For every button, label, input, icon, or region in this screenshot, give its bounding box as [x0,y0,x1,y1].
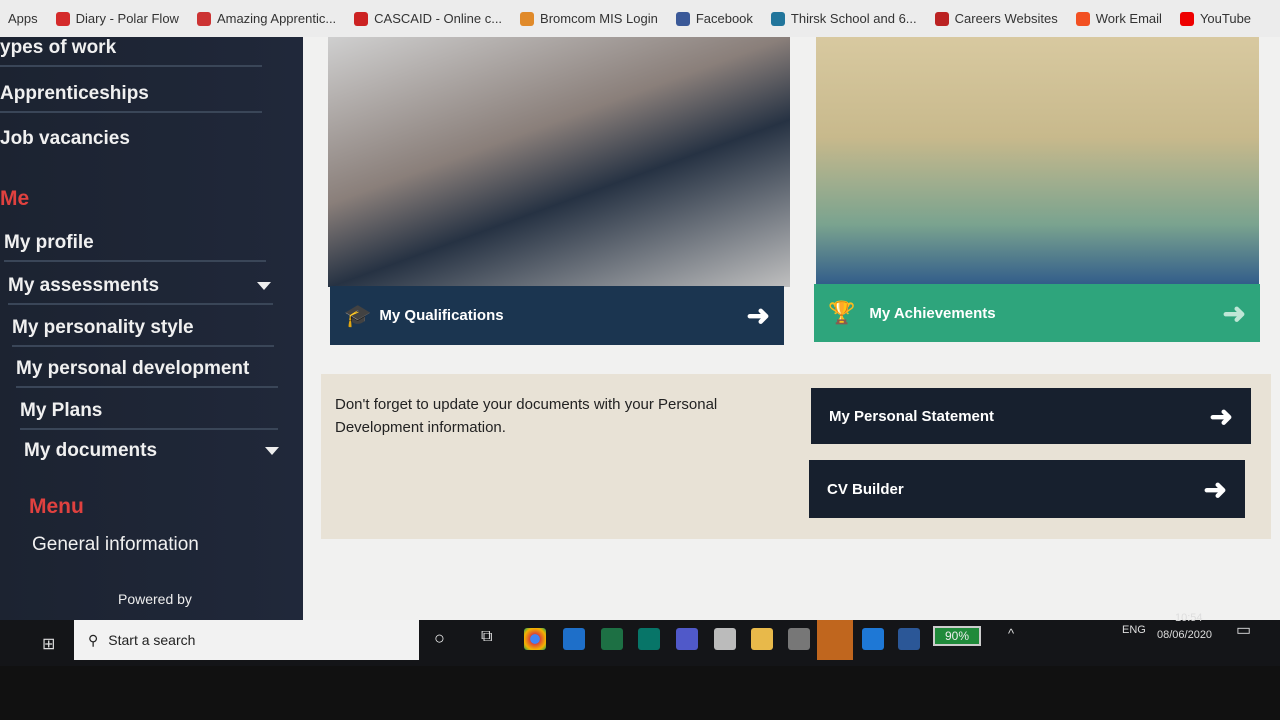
my-personal-statement-button[interactable]: My Personal Statement ➜ [811,388,1251,444]
search-icon: ⚲ [88,631,99,648]
sidebar-item-types-of-work[interactable]: ypes of work [0,37,262,67]
bookmark-label: CASCAID - Online c... [374,11,503,26]
bookmark-item[interactable]: Bromcom MIS Login [520,11,658,26]
qualifications-image[interactable] [328,37,790,287]
excel-icon[interactable] [601,628,623,650]
bookmark-item[interactable]: Apps [8,11,38,26]
teams-icon[interactable] [676,628,698,650]
bookmarks-bar: Apps Diary - Polar Flow Amazing Apprentic.… [0,0,1280,37]
cv-builder-button[interactable]: CV Builder ➜ [809,460,1245,518]
my-qualifications-button[interactable]: 🎓 My Qualifications ➜ [330,286,784,345]
sidebar-item-my-personal-development[interactable]: My personal development [16,358,278,388]
cv-builder-label: CV Builder [827,480,904,498]
bookmark-item[interactable]: Work Email [1075,11,1162,26]
search-placeholder: Start a search [108,632,196,648]
arrow-right-icon: ➜ [1203,473,1227,505]
cortana-icon[interactable]: ○ [434,628,445,649]
chrome-icon[interactable] [524,628,546,650]
arrow-right-icon: ➜ [1222,297,1246,329]
bookmark-favicon-icon [520,11,535,26]
camera-icon[interactable] [788,628,810,650]
personal-statement-label: My Personal Statement [829,407,995,425]
bookmark-favicon-icon [934,11,949,26]
sidebar-item-my-personality-style[interactable]: My personality style [12,317,274,347]
bookmark-favicon-icon [675,11,690,26]
graduation-cap-icon: 🎓 [344,302,372,328]
battery-indicator[interactable]: 90% [933,626,981,646]
chevron-down-icon[interactable] [265,447,279,455]
bookmark-item[interactable]: Careers Websites [934,11,1058,26]
bookmark-item[interactable]: Thirsk School and 6... [770,11,917,26]
edge-icon[interactable] [862,628,884,650]
sidebar: ypes of work Apprenticeships Job vacanci… [0,37,303,620]
publisher-icon[interactable] [638,628,660,650]
sidebar-item-general-information[interactable]: General information [32,534,199,556]
qualifications-label: My Qualifications [379,307,504,324]
sidebar-item-my-profile[interactable]: My profile [4,232,266,262]
bookmark-favicon-icon [354,11,369,26]
bookmark-label: Careers Websites [954,11,1058,26]
clock-date[interactable]: 08/06/2020 [1157,629,1212,641]
bookmark-label: Bromcom MIS Login [540,11,658,26]
trophy-icon: 🏆 [828,300,856,325]
clock-time[interactable]: 10:54 [1175,612,1203,624]
sidebar-item-apprenticeships[interactable]: Apprenticeships [0,83,262,113]
sticky-notes-icon[interactable] [817,620,853,660]
windows-start-icon[interactable]: ⊞ [42,634,55,654]
taskbar: ⊞ ⚲ Start a search ○ ⧉ 90% ^ ENG 10:54 0… [0,612,1280,666]
snipping-tool-icon[interactable] [714,628,736,650]
menu-heading: Menu [29,495,84,518]
achievements-image[interactable] [816,37,1259,287]
mail-icon[interactable] [563,628,585,650]
bookmark-item[interactable]: Amazing Apprentic... [196,11,337,26]
powered-by-label: Powered by [118,591,192,607]
bookmark-item[interactable]: YouTube [1179,11,1252,26]
my-achievements-button[interactable]: 🏆 My Achievements ➜ [814,284,1260,342]
bookmark-item[interactable]: Diary - Polar Flow [55,11,179,26]
sidebar-item-my-documents[interactable]: My documents [24,440,157,462]
chevron-up-icon[interactable]: ^ [1008,626,1014,641]
bookmark-label: Apps [8,11,38,26]
bookmark-item[interactable]: Facebook [675,11,753,26]
bookmark-label: Work Email [1095,11,1162,26]
sidebar-item-my-assessments[interactable]: My assessments [8,275,273,305]
achievements-label: My Achievements [869,304,996,322]
language-indicator[interactable]: ENG [1122,624,1146,636]
bookmark-favicon-icon [1179,11,1194,26]
bookmark-label: Thirsk School and 6... [790,11,917,26]
bookmark-favicon-icon [1075,11,1090,26]
bookmark-item[interactable]: CASCAID - Online c... [354,11,502,26]
task-view-icon[interactable]: ⧉ [481,628,492,646]
bookmark-label: YouTube [1199,11,1252,26]
notifications-icon[interactable]: ▭ [1236,620,1251,640]
word-icon[interactable] [898,628,920,650]
documents-panel: Don't forget to update your documents wi… [321,374,1271,539]
chevron-down-icon[interactable] [257,282,271,290]
bookmark-favicon-icon [55,11,70,26]
sidebar-item-job-vacancies[interactable]: Job vacancies [0,128,130,150]
taskbar-search-input[interactable]: ⚲ Start a search [74,620,419,660]
reminder-text: Don't forget to update your documents wi… [335,396,718,436]
bookmark-favicon-icon [196,11,211,26]
arrow-right-icon: ➜ [746,300,770,331]
main-content: 🎓 My Qualifications ➜ 🏆 My Achievements … [303,37,1280,620]
bookmark-favicon-icon [770,11,785,26]
bookmark-label: Amazing Apprentic... [216,11,337,26]
bookmark-label: Diary - Polar Flow [75,11,179,26]
me-heading: Me [0,187,30,210]
file-explorer-icon[interactable] [751,628,773,650]
bookmark-label: Facebook [695,11,753,26]
sidebar-item-my-plans[interactable]: My Plans [20,400,278,430]
arrow-right-icon: ➜ [1209,400,1233,432]
